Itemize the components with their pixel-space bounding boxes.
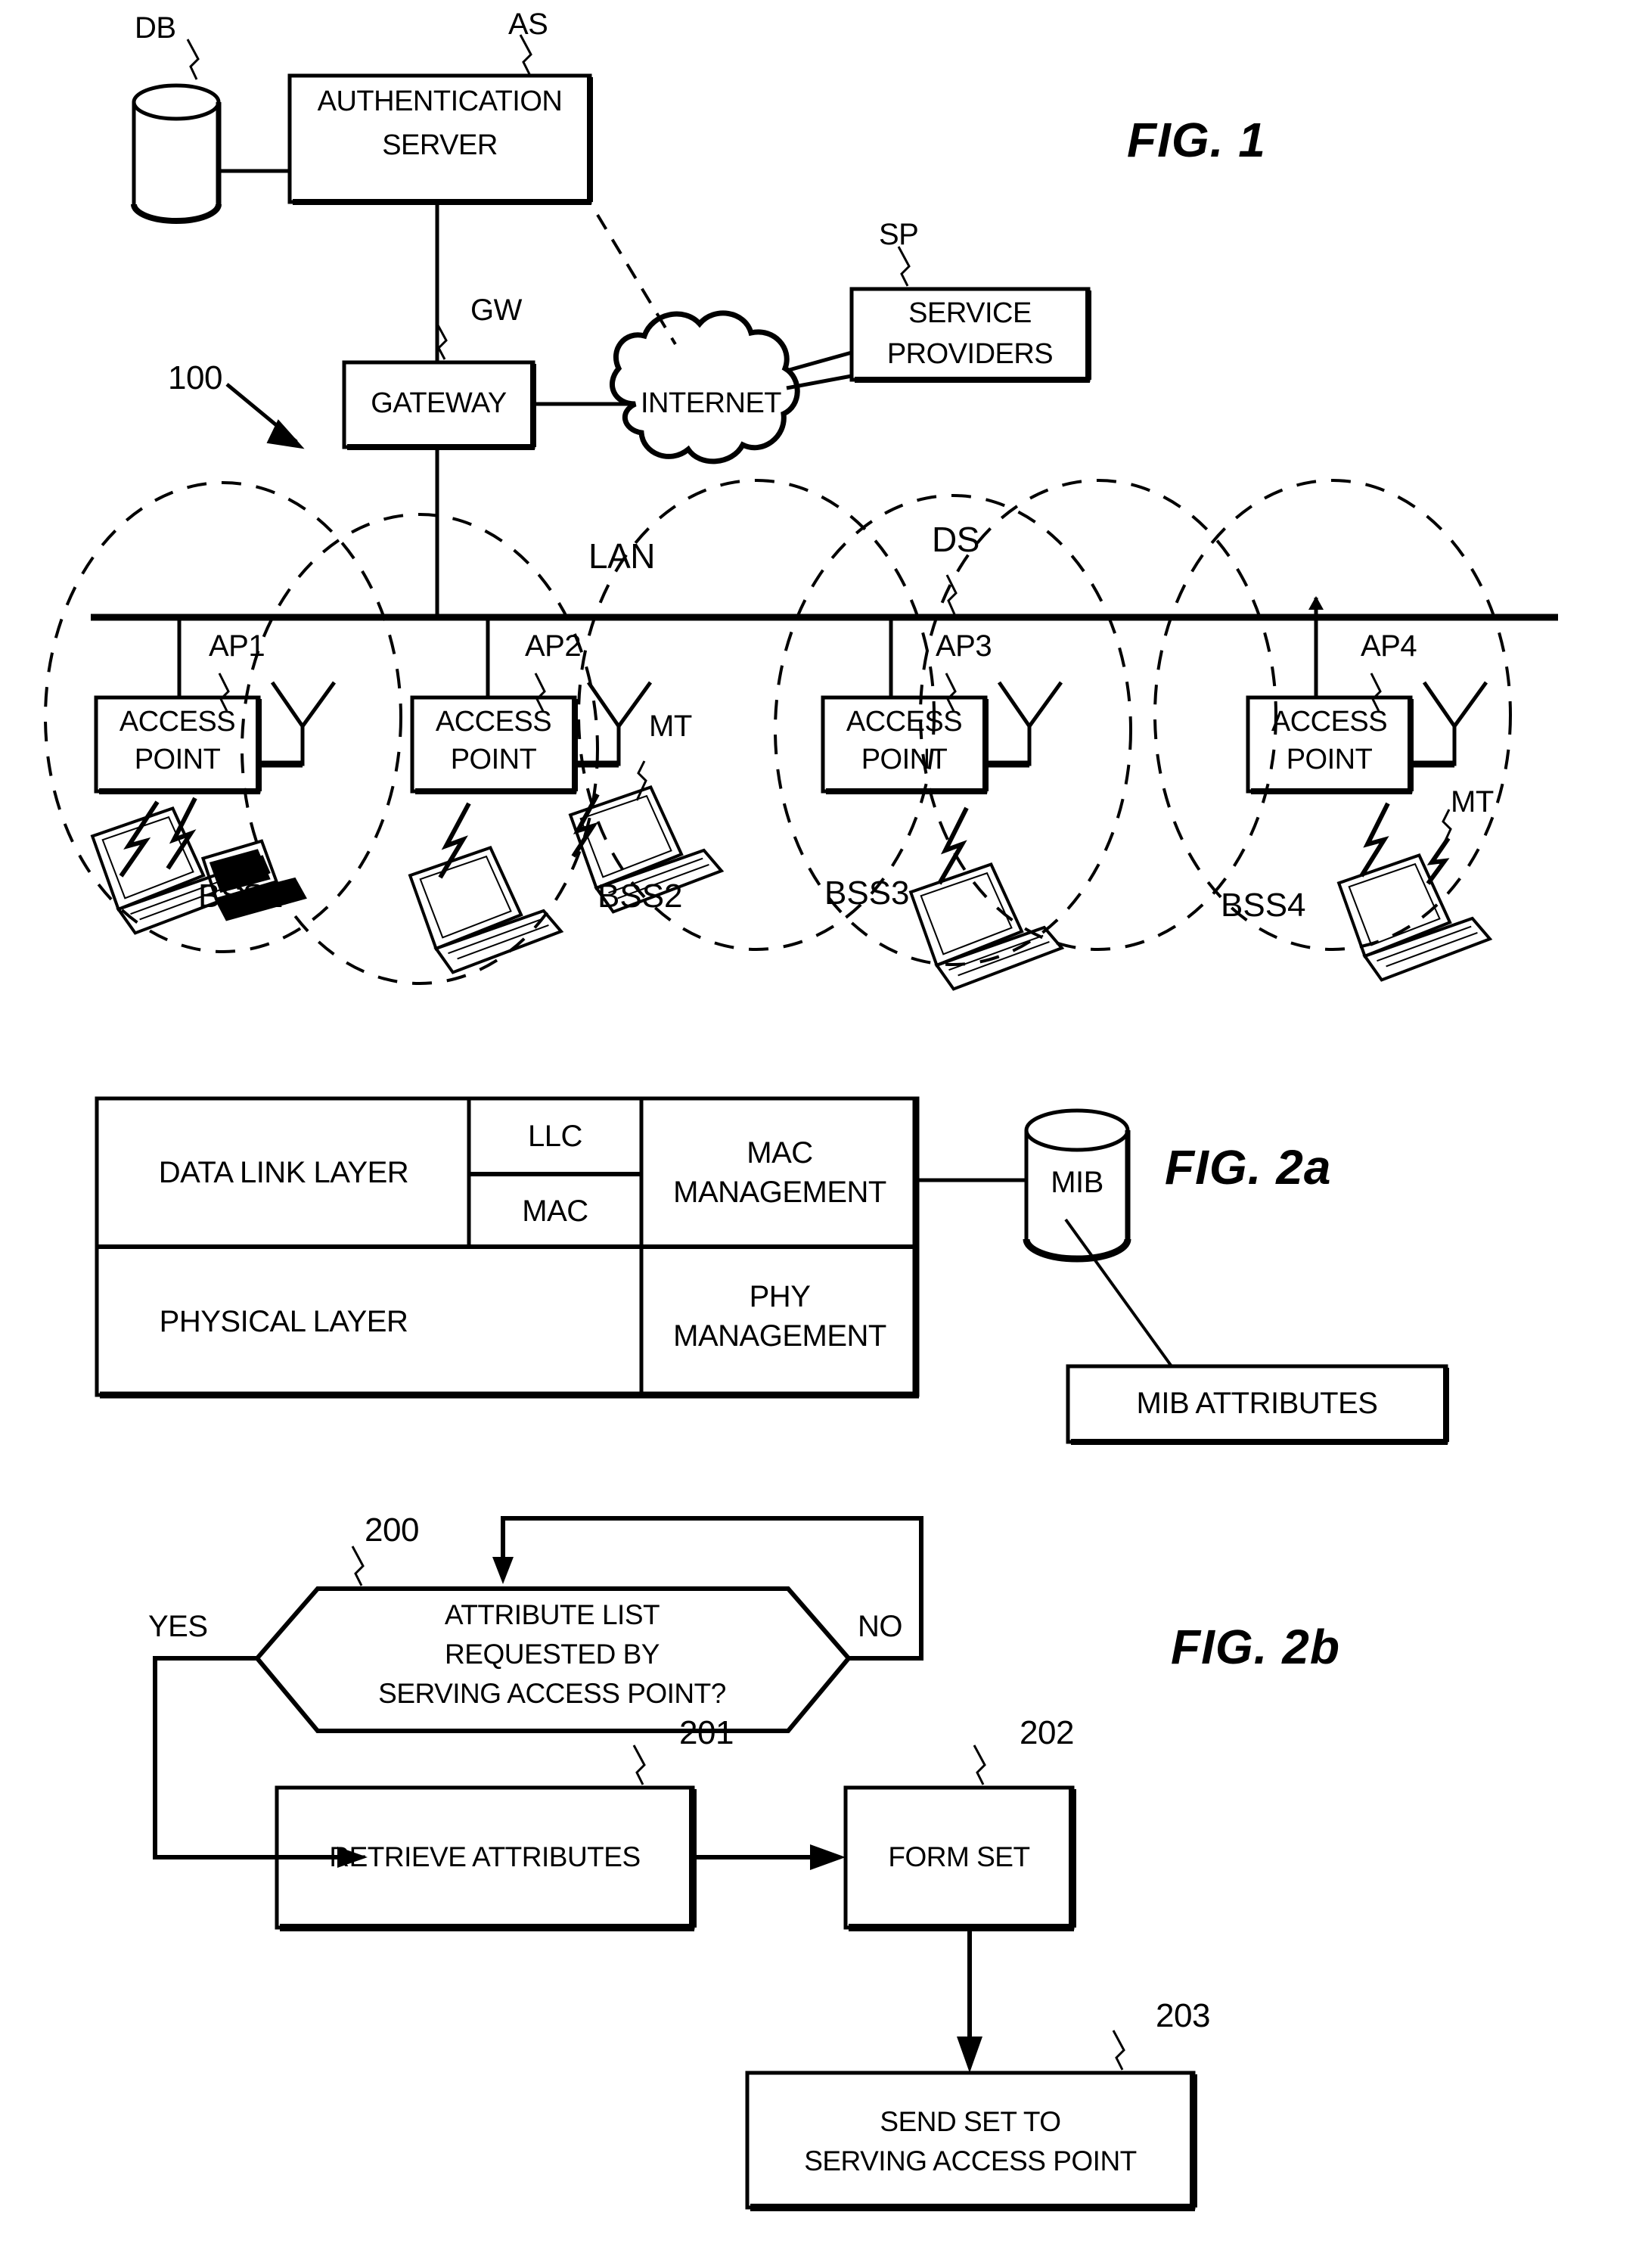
phy-management-line1: PHY xyxy=(749,1279,811,1313)
service-providers-line1: SERVICE xyxy=(908,297,1032,330)
decision-line3: SERVING ACCESS POINT? xyxy=(378,1678,726,1710)
ap4-ref-label: AP4 xyxy=(1361,629,1417,663)
patent-drawing-page: FIG. 1 DB AS AUTHENTICATION SERVER GW GA… xyxy=(0,0,1642,2268)
decision-line2: REQUESTED BY xyxy=(445,1639,660,1670)
ap4-line2: POINT xyxy=(1286,743,1373,775)
ap3-line2: POINT xyxy=(861,743,948,775)
authentication-server-line1: AUTHENTICATION xyxy=(317,85,563,118)
ap2-line2: POINT xyxy=(450,743,537,775)
send-set-box xyxy=(745,2071,1196,2210)
ap3-line1: ACCESS xyxy=(846,705,963,738)
as-ref-label: AS xyxy=(508,8,548,41)
drawing-vector-layer xyxy=(44,34,1558,2211)
gateway-label: GATEWAY xyxy=(371,387,507,419)
mib-attributes-label: MIB ATTRIBUTES xyxy=(1136,1386,1378,1420)
internet-label: INTERNET xyxy=(641,387,782,419)
bss4-label: BSS4 xyxy=(1221,887,1306,924)
decision-line1: ATTRIBUTE LIST xyxy=(444,1599,660,1631)
authentication-server-line2: SERVER xyxy=(382,129,498,162)
llc-cell: LLC xyxy=(528,1119,582,1153)
db-ref-label: DB xyxy=(135,11,176,45)
system-ref-100: 100 xyxy=(168,359,222,396)
form-set-label: FORM SET xyxy=(888,1841,1030,1873)
physical-layer-cell: PHYSICAL LAYER xyxy=(159,1304,408,1338)
send-set-line2: SERVING ACCESS POINT xyxy=(804,2145,1137,2177)
no-branch-label: NO xyxy=(858,1610,903,1643)
bss1-label: BSS1 xyxy=(198,878,284,915)
figure-2a-title: FIG. 2a xyxy=(1165,1140,1332,1195)
ap3-ref-label: AP3 xyxy=(936,629,992,663)
ap1-ref-label: AP1 xyxy=(209,629,265,663)
ap1-line1: ACCESS xyxy=(119,705,236,738)
ds-label: DS xyxy=(932,520,979,559)
bss3-label: BSS3 xyxy=(824,875,910,912)
retrieve-attributes-label: RETRIEVE ATTRIBUTES xyxy=(329,1841,641,1873)
mt-label-bss2: MT xyxy=(649,710,692,743)
figure-1-title: FIG. 1 xyxy=(1127,113,1266,167)
mib-label: MIB xyxy=(1051,1165,1103,1199)
mac-cell: MAC xyxy=(522,1194,588,1228)
ap4-line1: ACCESS xyxy=(1271,705,1388,738)
send-set-line1: SEND SET TO xyxy=(880,2106,1061,2138)
yes-branch-label: YES xyxy=(148,1610,208,1643)
data-link-layer-cell: DATA LINK LAYER xyxy=(158,1155,409,1189)
step-ref-201: 201 xyxy=(679,1714,734,1751)
mac-management-line2: MANAGEMENT xyxy=(673,1175,886,1209)
laptop-icons xyxy=(90,785,1493,991)
database-cylinder-icon xyxy=(131,83,222,224)
lan-label: LAN xyxy=(588,536,655,576)
decision-ref-200: 200 xyxy=(365,1511,419,1549)
ap2-ref-label: AP2 xyxy=(525,629,582,663)
phy-management-line2: MANAGEMENT xyxy=(673,1319,886,1353)
mt-label-bss4: MT xyxy=(1451,785,1494,819)
gw-ref-label: GW xyxy=(470,294,522,327)
ap2-line1: ACCESS xyxy=(435,705,552,738)
mac-management-line1: MAC xyxy=(747,1136,813,1170)
figure-2b-title: FIG. 2b xyxy=(1171,1620,1340,1674)
step-ref-202: 202 xyxy=(1020,1714,1074,1751)
service-providers-line2: PROVIDERS xyxy=(886,338,1054,371)
step-ref-203: 203 xyxy=(1156,1997,1210,2034)
sp-ref-label: SP xyxy=(879,218,919,251)
bss2-label: BSS2 xyxy=(598,878,683,915)
ap1-line2: POINT xyxy=(134,743,221,775)
